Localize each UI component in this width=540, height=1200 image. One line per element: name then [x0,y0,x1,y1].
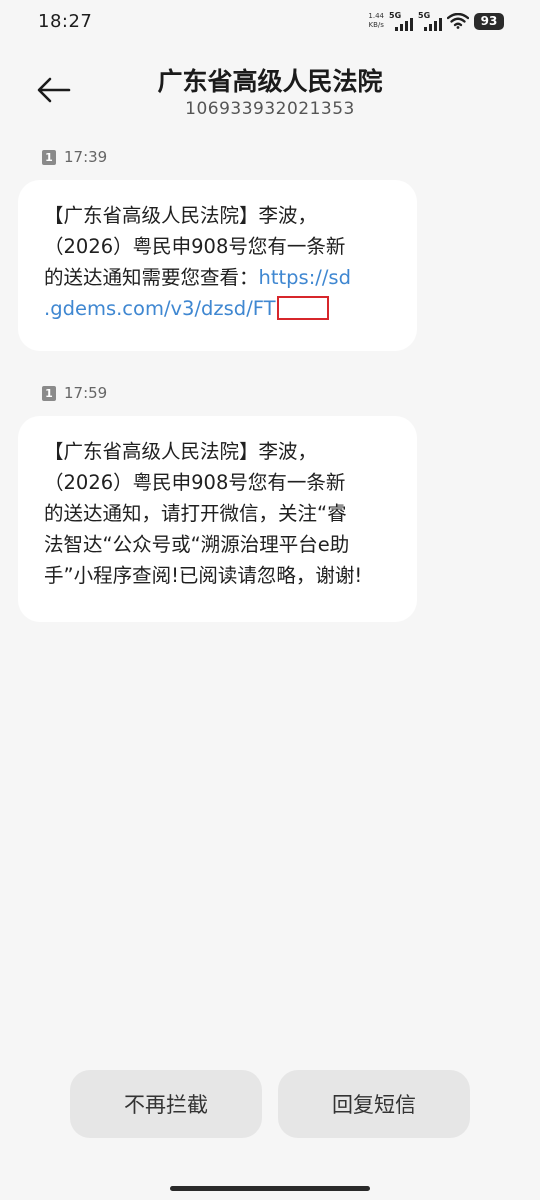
network-speed-value: 1.44 [368,12,384,20]
message-text-line: （2026）粤民申908号您有一条新 [44,471,346,494]
sender-number: 106933932021353 [185,99,355,119]
signal-sim1-icon: 5G [389,11,413,31]
battery-icon: 93 [474,12,504,30]
status-icons: 1.44 KB/s 5G 5G 93 [368,10,504,32]
wifi-icon [447,13,469,29]
message-text-line: 的送达通知，请打开微信，关注“睿 [44,502,347,525]
message-text-segment: 的送达通知需要您查看： [44,266,259,289]
status-bar: 18:27 1.44 KB/s 5G 5G 93 [0,0,540,44]
message-meta: 1 17:39 [42,148,107,166]
sim-badge: 1 [42,385,56,401]
message-meta: 1 17:59 [42,384,107,402]
message-text-line: .gdems.com/v3/dzsd/FT [44,293,393,324]
message-link[interactable]: https://sd [259,266,351,289]
message-text-line: 手”小程序查阅!已阅读请忽略，谢谢! [44,564,363,587]
message-time: 17:59 [64,384,108,402]
message-link-continued[interactable]: .gdems.com/v3/dzsd/FT [44,297,276,320]
battery-level: 93 [480,14,498,28]
network-speed: 1.44 KB/s [368,12,384,30]
message-text-line: 的送达通知需要您查看：https://sd [44,262,393,293]
message-text-line: 法智达“公众号或“溯源治理平台e助 [44,533,350,556]
message-bubble[interactable]: 【广东省高级人民法院】李波， （2026）粤民申908号您有一条新 的送达通知需… [18,180,417,351]
status-time: 18:27 [38,11,93,32]
conversation-title: 广东省高级人民法院 [157,67,383,96]
message-time: 17:39 [64,148,108,166]
reply-sms-button[interactable]: 回复短信 [278,1070,470,1138]
message-text-line: （2026）粤民申908号您有一条新 [44,235,346,258]
network-speed-unit: KB/s [368,21,384,29]
message-text-line: 【广东省高级人民法院】李波， [44,204,318,227]
signal-sim2-icon: 5G [418,11,442,31]
unblock-button[interactable]: 不再拦截 [70,1070,262,1138]
sim-badge: 1 [42,149,56,165]
highlight-box [276,296,329,320]
home-indicator[interactable] [170,1186,370,1191]
message-bubble[interactable]: 【广东省高级人民法院】李波， （2026）粤民申908号您有一条新 的送达通知，… [18,416,417,622]
message-text-line: 【广东省高级人民法院】李波， [44,440,318,463]
